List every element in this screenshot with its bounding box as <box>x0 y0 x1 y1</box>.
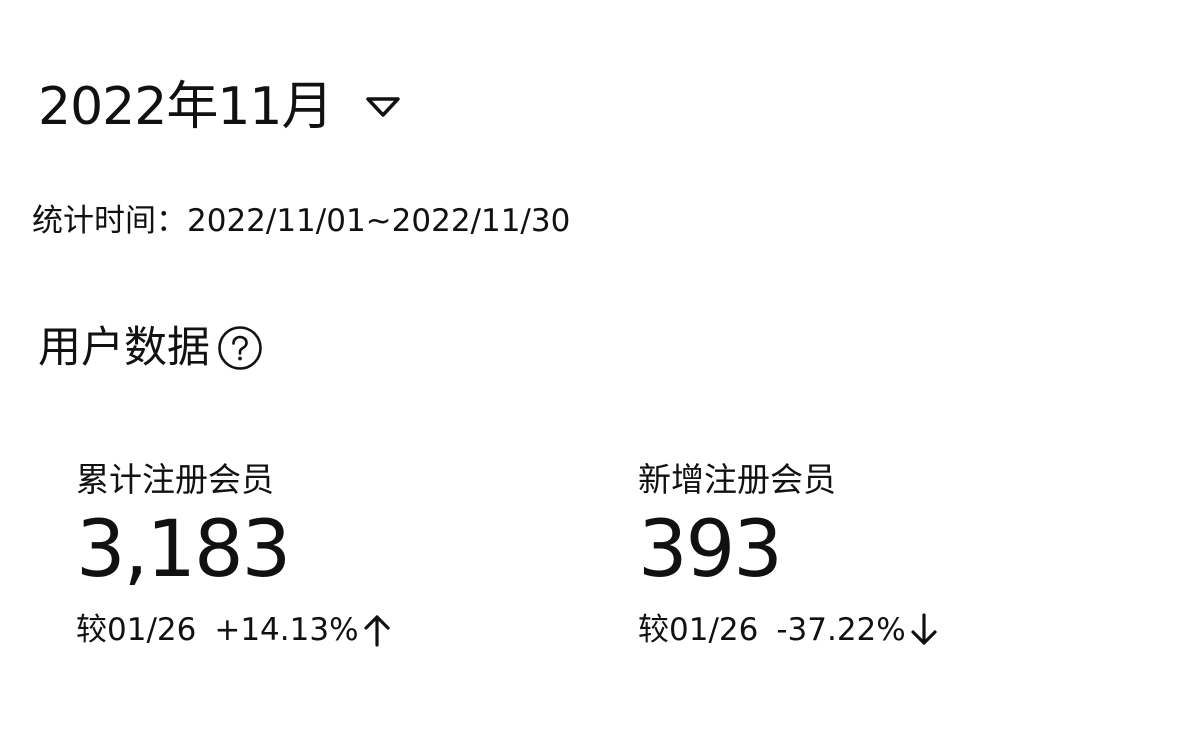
metric-card-total-members: 累计注册会员 3,183 较01/26 +14.13% <box>76 456 556 652</box>
metric-value: 393 <box>638 505 783 595</box>
month-label: 2022年11月 <box>38 77 334 137</box>
statistics-period: 统计时间：2022/11/01~2022/11/30 <box>32 203 571 239</box>
compare-change: -37.22% <box>776 612 906 648</box>
arrow-down-icon <box>910 612 940 648</box>
user-data-section-header: 用户数据 <box>38 318 264 378</box>
metric-comparison: 较01/26 -37.22% <box>638 608 1118 652</box>
metric-value: 3,183 <box>76 505 291 595</box>
metric-comparison: 较01/26 +14.13% <box>76 608 556 652</box>
help-question-icon[interactable] <box>216 324 264 372</box>
compare-date: 较01/26 <box>76 612 197 648</box>
metric-card-new-members: 新增注册会员 393 较01/26 -37.22% <box>638 456 1118 652</box>
metric-label: 累计注册会员 <box>76 460 274 499</box>
compare-date: 较01/26 <box>638 612 759 648</box>
compare-change: +14.13% <box>214 612 359 648</box>
metric-label: 新增注册会员 <box>638 460 836 499</box>
dropdown-triangle-icon[interactable] <box>363 92 403 122</box>
section-title: 用户数据 <box>38 323 210 373</box>
month-picker[interactable]: 2022年11月 <box>38 70 403 144</box>
arrow-up-icon <box>363 612 393 648</box>
